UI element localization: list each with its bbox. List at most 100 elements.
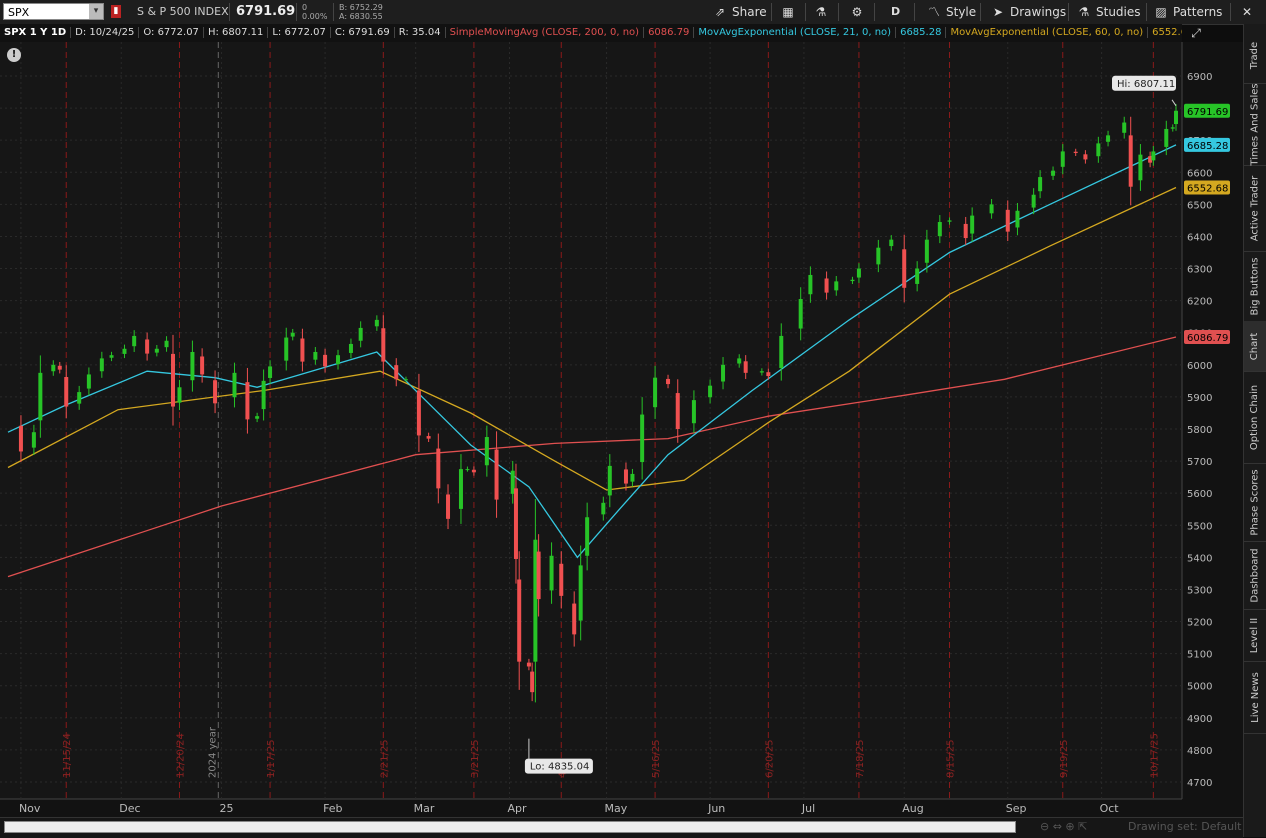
tab-level-ii[interactable]: Level II	[1244, 609, 1266, 662]
chart-label: SPX 1 Y 1D	[0, 27, 72, 38]
symbol-flag-icon[interactable]: ▮	[111, 5, 121, 18]
patterns-button[interactable]: ▨ Patterns	[1153, 2, 1222, 22]
tab-phase-scores[interactable]: Phase Scores	[1244, 463, 1266, 542]
share-button[interactable]: ⇗ Share	[712, 2, 767, 22]
candle-body	[623, 469, 628, 484]
style-button[interactable]: 〽 Style	[926, 2, 976, 22]
price-tick-label: 5000	[1187, 682, 1212, 693]
ema21-price-label: 6685.28	[1187, 141, 1228, 152]
info-date: D: 10/24/25	[71, 27, 140, 38]
month-tick-label: Feb	[323, 802, 342, 815]
tab-dashboard[interactable]: Dashboard	[1244, 541, 1266, 610]
month-tick-label: Nov	[19, 802, 41, 815]
tab-live-news[interactable]: Live News	[1244, 661, 1266, 734]
lo-label: Lo: 4835.04	[530, 762, 589, 773]
drawing-set-label[interactable]: Drawing set: Default	[1128, 820, 1241, 833]
price-tick-label: 6900	[1187, 72, 1212, 83]
zoom-icons[interactable]: ⊖ ⇔ ⊕ ⇱	[1040, 820, 1087, 833]
symbol-dropdown-icon[interactable]: ▾	[89, 4, 103, 19]
year-marker-label: 2024 year	[207, 726, 218, 778]
price-tick-label: 5100	[1187, 650, 1212, 661]
ema60-study-label[interactable]: MovAvgExponential (CLOSE, 60, 0, no)	[946, 27, 1149, 38]
candle-body	[759, 371, 764, 373]
studies-button[interactable]: ⚗ Studies	[1076, 2, 1141, 22]
tab-option-chain[interactable]: Option Chain	[1244, 371, 1266, 464]
alert-icon[interactable]: !	[7, 48, 21, 62]
symbol-input[interactable]: SPX ▾	[3, 3, 104, 20]
candle-body	[876, 247, 881, 265]
ema60-study-value: 6552.68	[1148, 27, 1182, 38]
grid-button[interactable]: ▦	[780, 2, 800, 22]
symbol-text: SPX	[8, 6, 30, 19]
candle-body	[77, 392, 82, 404]
candle-body	[902, 249, 907, 288]
divider	[229, 3, 230, 21]
horizontal-scrollbar[interactable]: ⊖ ⇔ ⊕ ⇱ Drawing set: Default	[0, 817, 1243, 838]
event-line-label: 1/17/25	[266, 739, 277, 778]
candle-body	[808, 274, 813, 295]
candle-body	[18, 425, 23, 452]
candle-body	[86, 374, 91, 389]
divider	[771, 3, 772, 21]
month-tick-label: Sep	[1006, 802, 1027, 815]
divider	[296, 3, 297, 21]
tab-label: Chart	[1249, 332, 1261, 360]
month-tick-label: Apr	[507, 802, 527, 815]
price-tick-label: 6200	[1187, 297, 1212, 308]
price-chart[interactable]: 4700 4800 4900 5000 5100 5200 5300 5400 5500 5600…	[0, 42, 1243, 817]
month-tick-label: Dec	[119, 802, 140, 815]
scroll-thumb[interactable]	[4, 821, 1016, 833]
ema21-study-value: 6685.28	[896, 27, 947, 38]
month-tick-label: Mar	[414, 802, 435, 815]
ema21-study-label[interactable]: MovAvgExponential (CLOSE, 21, 0, no)	[694, 27, 897, 38]
candle-body	[436, 448, 441, 489]
candle-body	[970, 215, 975, 234]
divider	[838, 3, 839, 21]
drawings-button[interactable]: ➤ Drawings	[990, 2, 1066, 22]
candle-body	[630, 473, 635, 482]
candle-body	[336, 355, 341, 365]
tab-chart[interactable]: Chart	[1244, 321, 1266, 372]
top-toolbar: SPX ▾ ▮ S & P 500 INDEX 6791.69 0 0.00% …	[0, 0, 1266, 25]
flask-button[interactable]: ⚗	[813, 2, 833, 22]
candle-body	[1128, 135, 1133, 187]
tab-times-and-sales[interactable]: Times And Sales	[1244, 83, 1266, 166]
candle-body	[313, 351, 318, 360]
info-range: R: 35.04	[394, 27, 446, 38]
sma200-study-label[interactable]: SimpleMovingAvg (CLOSE, 200, 0, no)	[445, 27, 645, 38]
candle-body	[51, 364, 56, 372]
candle-body	[798, 299, 803, 329]
event-line-label: 10/17/25	[1149, 733, 1160, 778]
candle-body	[1031, 194, 1036, 208]
candle-body	[947, 220, 952, 222]
candle-body	[549, 555, 554, 591]
chart-info-bar: SPX 1 Y 1D D: 10/24/25 O: 6772.07 H: 6807.1…	[0, 24, 1182, 42]
candle-body	[177, 387, 182, 403]
style-icon: 〽	[927, 5, 940, 19]
chart-expand-icon[interactable]: ⤢	[1187, 26, 1205, 42]
event-line-label: 6/20/25	[764, 739, 775, 778]
tab-trade[interactable]: Trade	[1244, 28, 1266, 84]
candle-body	[31, 432, 36, 448]
divider	[1068, 3, 1069, 21]
candle-body	[924, 239, 929, 263]
tab-active-trader[interactable]: Active Trader	[1244, 165, 1266, 252]
month-tick-label: Oct	[1100, 802, 1120, 815]
tab-label: Big Buttons	[1249, 257, 1261, 315]
candle-body	[190, 351, 195, 381]
candle-body	[915, 268, 920, 284]
candle-body	[989, 204, 994, 214]
candle-body	[446, 494, 451, 519]
tab-big-buttons[interactable]: Big Buttons	[1244, 251, 1266, 322]
last-price: 6791.69	[236, 4, 296, 19]
aggregation-button[interactable]: D	[891, 2, 900, 22]
settings-button[interactable]: ⚙	[849, 2, 869, 22]
candle-body	[937, 222, 942, 237]
price-tick-label: 4800	[1187, 746, 1212, 757]
candle-body	[1051, 170, 1056, 176]
candle-body	[290, 332, 295, 337]
flask-icon: ⚗	[815, 5, 827, 19]
price-tick-label: 5700	[1187, 457, 1212, 468]
close-button[interactable]: ✕	[1239, 2, 1259, 22]
candle-body	[394, 365, 399, 380]
